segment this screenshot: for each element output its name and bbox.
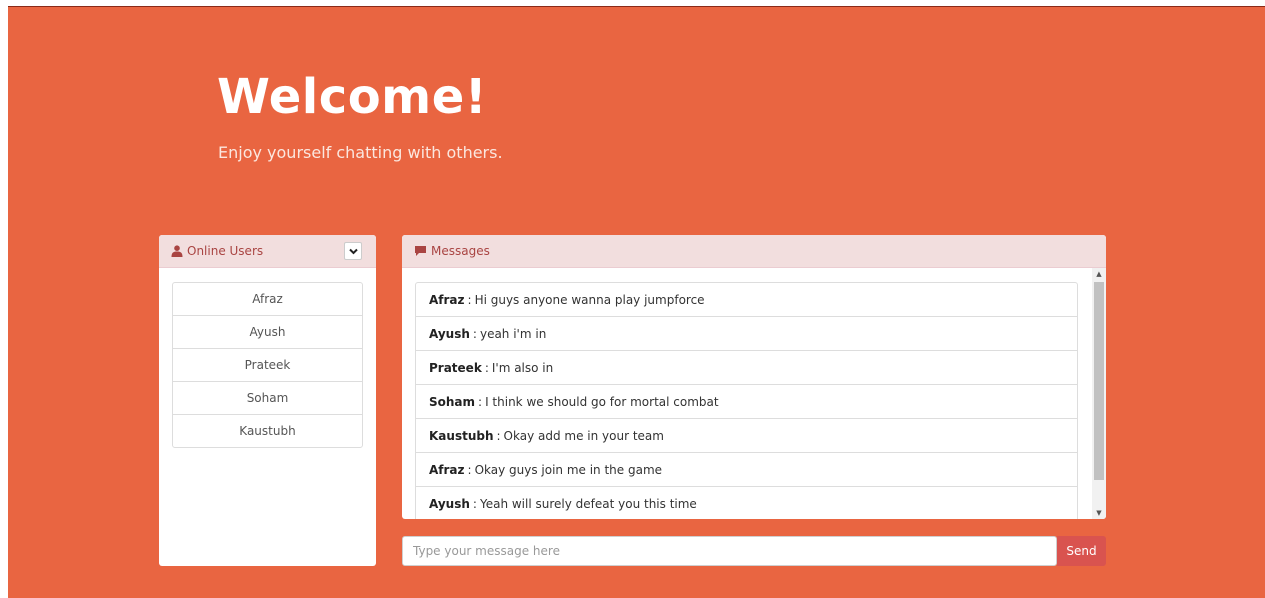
message-item: Ayush : Yeah will surely defeat you this… (415, 486, 1078, 519)
scroll-up-icon[interactable]: ▲ (1092, 268, 1106, 280)
message-text: I'm also in (491, 360, 554, 375)
message-separator: : (467, 292, 472, 307)
message-item: Kaustubh : Okay add me in your team (415, 418, 1078, 453)
message-author: Ayush (429, 326, 470, 341)
messages-title: Messages (431, 244, 490, 258)
message-input[interactable] (402, 536, 1057, 566)
online-users-list: Afraz Ayush Prateek Soham Kaustubh (172, 282, 363, 448)
message-item: Prateek : I'm also in (415, 350, 1078, 385)
message-text: yeah i'm in (479, 326, 547, 341)
message-separator: : (478, 394, 483, 409)
user-item-kaustubh[interactable]: Kaustubh (172, 414, 363, 448)
messages-header: Messages (402, 235, 1106, 268)
page-title: Welcome! (217, 69, 488, 125)
message-text: Okay guys join me in the game (474, 462, 663, 477)
message-author: Soham (429, 394, 476, 409)
user-item-ayush[interactable]: Ayush (172, 315, 363, 349)
online-users-header: Online Users (159, 235, 376, 268)
user-item-soham[interactable]: Soham (172, 381, 363, 415)
messages-panel: Messages Afraz : Hi guys anyone wanna pl… (402, 235, 1106, 519)
message-separator: : (484, 360, 489, 375)
messages-list: Afraz : Hi guys anyone wanna play jumpfo… (415, 282, 1078, 519)
message-item: Afraz : Okay guys join me in the game (415, 452, 1078, 487)
message-author: Ayush (429, 496, 470, 511)
scroll-down-icon[interactable]: ▼ (1092, 507, 1106, 519)
message-item: Ayush : yeah i'm in (415, 316, 1078, 351)
message-author: Afraz (429, 292, 465, 307)
page-subtitle: Enjoy yourself chatting with others. (218, 143, 503, 162)
message-separator: : (496, 428, 501, 443)
message-separator: : (467, 462, 472, 477)
message-author: Kaustubh (429, 428, 494, 443)
user-icon (171, 245, 183, 257)
online-users-title: Online Users (187, 244, 264, 258)
send-button[interactable]: Send (1057, 536, 1106, 566)
message-separator: : (472, 496, 477, 511)
message-author: Afraz (429, 462, 465, 477)
message-item: Afraz : Hi guys anyone wanna play jumpfo… (415, 282, 1078, 317)
message-text: Okay add me in your team (503, 428, 664, 443)
scrollbar-thumb[interactable] (1094, 282, 1104, 480)
message-text: I think we should go for mortal combat (485, 394, 719, 409)
message-item: Soham : I think we should go for mortal … (415, 384, 1078, 419)
message-separator: : (472, 326, 477, 341)
message-text: Yeah will surely defeat you this time (479, 496, 697, 511)
message-text: Hi guys anyone wanna play jumpforce (474, 292, 705, 307)
user-item-afraz[interactable]: Afraz (172, 282, 363, 316)
chevron-down-icon (348, 248, 358, 255)
messages-scrollbar[interactable]: ▲ ▼ (1092, 268, 1106, 519)
messages-scroll-area[interactable]: Afraz : Hi guys anyone wanna play jumpfo… (402, 268, 1106, 519)
users-toggle-button[interactable] (344, 242, 362, 260)
comment-icon (414, 245, 427, 257)
message-author: Prateek (429, 360, 482, 375)
user-item-prateek[interactable]: Prateek (172, 348, 363, 382)
online-users-panel: Online Users Afraz Ayush Prateek Soham K… (159, 235, 376, 566)
